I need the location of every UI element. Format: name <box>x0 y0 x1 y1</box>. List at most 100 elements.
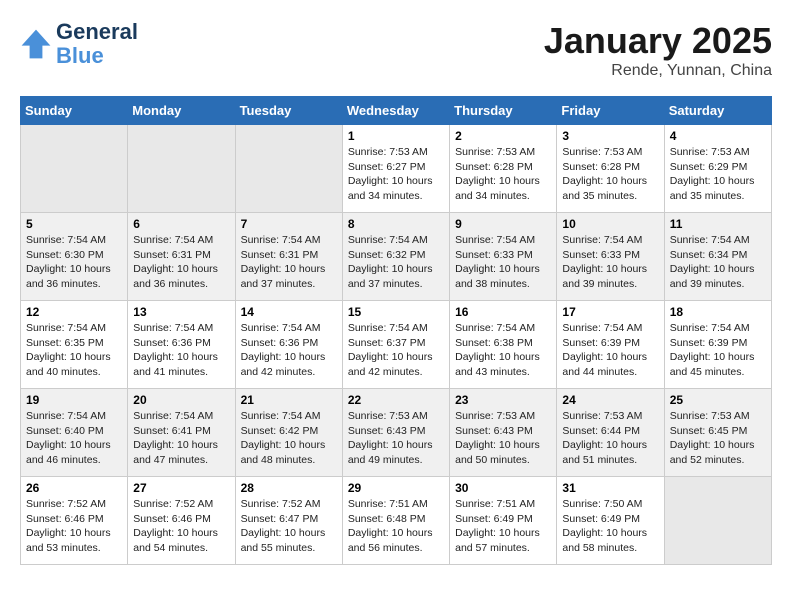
day-info: Sunrise: 7:52 AM Sunset: 6:47 PM Dayligh… <box>241 497 337 556</box>
calendar-row-2: 12 Sunrise: 7:54 AM Sunset: 6:35 PM Dayli… <box>21 301 772 389</box>
day-info: Sunrise: 7:54 AM Sunset: 6:41 PM Dayligh… <box>133 409 229 468</box>
weekday-header-thursday: Thursday <box>450 97 557 125</box>
calendar-cell: 13 Sunrise: 7:54 AM Sunset: 6:36 PM Dayli… <box>128 301 235 389</box>
day-info: Sunrise: 7:54 AM Sunset: 6:30 PM Dayligh… <box>26 233 122 292</box>
day-info: Sunrise: 7:53 AM Sunset: 6:43 PM Dayligh… <box>348 409 444 468</box>
calendar-cell: 4 Sunrise: 7:53 AM Sunset: 6:29 PM Daylig… <box>664 125 771 213</box>
logo: General Blue <box>20 20 138 68</box>
day-number: 22 <box>348 393 444 407</box>
page-header: General Blue January 2025 Rende, Yunnan,… <box>20 20 772 80</box>
day-info: Sunrise: 7:53 AM Sunset: 6:29 PM Dayligh… <box>670 145 766 204</box>
calendar-cell: 3 Sunrise: 7:53 AM Sunset: 6:28 PM Daylig… <box>557 125 664 213</box>
day-info: Sunrise: 7:54 AM Sunset: 6:33 PM Dayligh… <box>562 233 658 292</box>
day-number: 3 <box>562 129 658 143</box>
logo-text: General Blue <box>56 20 138 68</box>
day-number: 24 <box>562 393 658 407</box>
day-number: 25 <box>670 393 766 407</box>
day-number: 17 <box>562 305 658 319</box>
day-number: 1 <box>348 129 444 143</box>
day-number: 29 <box>348 481 444 495</box>
day-number: 10 <box>562 217 658 231</box>
day-info: Sunrise: 7:53 AM Sunset: 6:44 PM Dayligh… <box>562 409 658 468</box>
calendar-cell: 20 Sunrise: 7:54 AM Sunset: 6:41 PM Dayli… <box>128 389 235 477</box>
day-number: 27 <box>133 481 229 495</box>
day-info: Sunrise: 7:54 AM Sunset: 6:36 PM Dayligh… <box>133 321 229 380</box>
day-number: 15 <box>348 305 444 319</box>
day-info: Sunrise: 7:53 AM Sunset: 6:43 PM Dayligh… <box>455 409 551 468</box>
day-info: Sunrise: 7:51 AM Sunset: 6:49 PM Dayligh… <box>455 497 551 556</box>
calendar-cell: 6 Sunrise: 7:54 AM Sunset: 6:31 PM Daylig… <box>128 213 235 301</box>
calendar-cell: 26 Sunrise: 7:52 AM Sunset: 6:46 PM Dayli… <box>21 477 128 565</box>
calendar-cell: 11Sunrise: 7:54 AM Sunset: 6:34 PM Dayli… <box>664 213 771 301</box>
day-number: 14 <box>241 305 337 319</box>
calendar-cell: 10 Sunrise: 7:54 AM Sunset: 6:33 PM Dayli… <box>557 213 664 301</box>
logo-icon <box>20 28 52 60</box>
calendar-cell: 17 Sunrise: 7:54 AM Sunset: 6:39 PM Dayli… <box>557 301 664 389</box>
calendar-cell: 22 Sunrise: 7:53 AM Sunset: 6:43 PM Dayli… <box>342 389 449 477</box>
day-number: 21 <box>241 393 337 407</box>
calendar-cell <box>21 125 128 213</box>
calendar-cell: 1 Sunrise: 7:53 AM Sunset: 6:27 PM Daylig… <box>342 125 449 213</box>
day-info: Sunrise: 7:54 AM Sunset: 6:42 PM Dayligh… <box>241 409 337 468</box>
calendar-cell: 23Sunrise: 7:53 AM Sunset: 6:43 PM Dayli… <box>450 389 557 477</box>
day-number: 20 <box>133 393 229 407</box>
day-info: Sunrise: 7:53 AM Sunset: 6:45 PM Dayligh… <box>670 409 766 468</box>
day-info: Sunrise: 7:54 AM Sunset: 6:31 PM Dayligh… <box>241 233 337 292</box>
day-info: Sunrise: 7:51 AM Sunset: 6:48 PM Dayligh… <box>348 497 444 556</box>
calendar-cell: 21 Sunrise: 7:54 AM Sunset: 6:42 PM Dayli… <box>235 389 342 477</box>
day-info: Sunrise: 7:54 AM Sunset: 6:39 PM Dayligh… <box>562 321 658 380</box>
main-title: January 2025 <box>544 20 772 62</box>
day-number: 30 <box>455 481 551 495</box>
calendar-row-0: 1 Sunrise: 7:53 AM Sunset: 6:27 PM Daylig… <box>21 125 772 213</box>
calendar-cell: 15 Sunrise: 7:54 AM Sunset: 6:37 PM Dayli… <box>342 301 449 389</box>
day-number: 8 <box>348 217 444 231</box>
day-number: 4 <box>670 129 766 143</box>
day-info: Sunrise: 7:54 AM Sunset: 6:31 PM Dayligh… <box>133 233 229 292</box>
day-info: Sunrise: 7:54 AM Sunset: 6:36 PM Dayligh… <box>241 321 337 380</box>
title-block: January 2025 Rende, Yunnan, China <box>544 20 772 80</box>
weekday-header-friday: Friday <box>557 97 664 125</box>
day-number: 16 <box>455 305 551 319</box>
day-info: Sunrise: 7:53 AM Sunset: 6:28 PM Dayligh… <box>455 145 551 204</box>
day-number: 26 <box>26 481 122 495</box>
day-info: Sunrise: 7:54 AM Sunset: 6:40 PM Dayligh… <box>26 409 122 468</box>
day-info: Sunrise: 7:54 AM Sunset: 6:37 PM Dayligh… <box>348 321 444 380</box>
calendar-cell: 25 Sunrise: 7:53 AM Sunset: 6:45 PM Dayli… <box>664 389 771 477</box>
day-info: Sunrise: 7:54 AM Sunset: 6:32 PM Dayligh… <box>348 233 444 292</box>
day-number: 28 <box>241 481 337 495</box>
calendar-cell: 30 Sunrise: 7:51 AM Sunset: 6:49 PM Dayli… <box>450 477 557 565</box>
day-number: 12 <box>26 305 122 319</box>
day-info: Sunrise: 7:53 AM Sunset: 6:27 PM Dayligh… <box>348 145 444 204</box>
day-info: Sunrise: 7:54 AM Sunset: 6:39 PM Dayligh… <box>670 321 766 380</box>
calendar-cell: 5 Sunrise: 7:54 AM Sunset: 6:30 PM Daylig… <box>21 213 128 301</box>
calendar-cell: 18Sunrise: 7:54 AM Sunset: 6:39 PM Dayli… <box>664 301 771 389</box>
day-number: 9 <box>455 217 551 231</box>
day-info: Sunrise: 7:52 AM Sunset: 6:46 PM Dayligh… <box>26 497 122 556</box>
calendar-cell <box>235 125 342 213</box>
day-number: 5 <box>26 217 122 231</box>
calendar-table: SundayMondayTuesdayWednesdayThursdayFrid… <box>20 96 772 565</box>
weekday-header-tuesday: Tuesday <box>235 97 342 125</box>
calendar-row-1: 5 Sunrise: 7:54 AM Sunset: 6:30 PM Daylig… <box>21 213 772 301</box>
weekday-header-sunday: Sunday <box>21 97 128 125</box>
calendar-cell: 24 Sunrise: 7:53 AM Sunset: 6:44 PM Dayli… <box>557 389 664 477</box>
calendar-cell: 16Sunrise: 7:54 AM Sunset: 6:38 PM Dayli… <box>450 301 557 389</box>
day-number: 13 <box>133 305 229 319</box>
weekday-header-wednesday: Wednesday <box>342 97 449 125</box>
calendar-cell: 19 Sunrise: 7:54 AM Sunset: 6:40 PM Dayli… <box>21 389 128 477</box>
day-number: 2 <box>455 129 551 143</box>
subtitle: Rende, Yunnan, China <box>544 62 772 80</box>
day-info: Sunrise: 7:53 AM Sunset: 6:28 PM Dayligh… <box>562 145 658 204</box>
calendar-cell: 31Sunrise: 7:50 AM Sunset: 6:49 PM Dayli… <box>557 477 664 565</box>
calendar-cell: 9Sunrise: 7:54 AM Sunset: 6:33 PM Daylig… <box>450 213 557 301</box>
weekday-header-monday: Monday <box>128 97 235 125</box>
calendar-cell <box>664 477 771 565</box>
day-number: 6 <box>133 217 229 231</box>
calendar-row-4: 26 Sunrise: 7:52 AM Sunset: 6:46 PM Dayli… <box>21 477 772 565</box>
calendar-cell: 28 Sunrise: 7:52 AM Sunset: 6:47 PM Dayli… <box>235 477 342 565</box>
day-number: 19 <box>26 393 122 407</box>
day-info: Sunrise: 7:54 AM Sunset: 6:35 PM Dayligh… <box>26 321 122 380</box>
calendar-row-3: 19 Sunrise: 7:54 AM Sunset: 6:40 PM Dayli… <box>21 389 772 477</box>
day-number: 7 <box>241 217 337 231</box>
calendar-cell <box>128 125 235 213</box>
